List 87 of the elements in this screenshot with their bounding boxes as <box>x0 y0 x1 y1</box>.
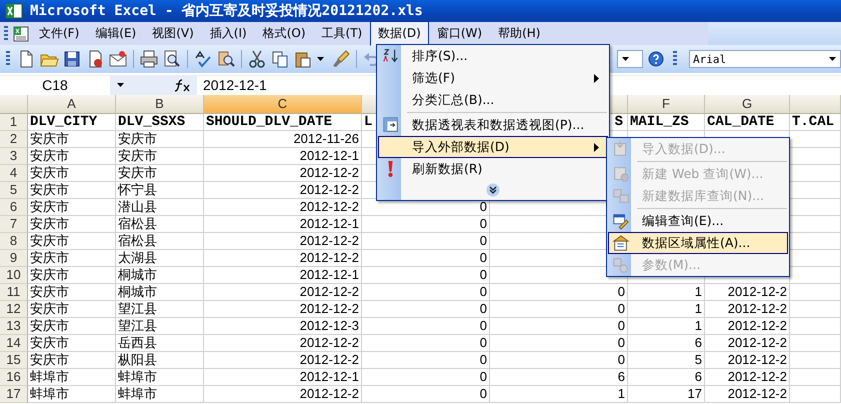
table-cell: 1 <box>628 284 705 301</box>
table-cell: 1 <box>490 386 628 403</box>
table-cell: 2012-12-2 <box>204 335 362 352</box>
table-cell: 2012-12-2 <box>204 301 362 318</box>
table-cell: 2012-12-1 <box>204 216 362 233</box>
table-cell: 安庆市 <box>28 165 116 182</box>
table-cell: 2012-12-1 <box>204 148 362 165</box>
table-cell: 安庆市 <box>116 165 204 182</box>
table-cell: 怀宁县 <box>116 182 204 199</box>
table-cell: SHOULD_DLV_DATE <box>204 114 362 131</box>
table-cell: 2012-12-2 <box>705 284 790 301</box>
table-cell: 潜山县 <box>116 199 204 216</box>
table-cell: 安庆市 <box>28 216 116 233</box>
table-cell: 0 <box>490 318 628 335</box>
table-cell: 2012-12-2 <box>204 233 362 250</box>
table-cell: 0 <box>362 267 490 284</box>
table-cell: 蚌埠市 <box>116 369 204 386</box>
window-title: Microsoft Excel - 省内互寄及时妥投情况20121202.xls <box>30 2 423 20</box>
table-cell: 0 <box>362 386 490 403</box>
table-cell: 2012-12-2 <box>204 284 362 301</box>
table-cell: 0 <box>362 369 490 386</box>
table-cell: 2012-12-2 <box>705 369 790 386</box>
table-cell: 桐城市 <box>116 267 204 284</box>
table-cell: 蚌埠市 <box>28 386 116 403</box>
table-cell: 望江县 <box>116 318 204 335</box>
table-cell: 枞阳县 <box>116 352 204 369</box>
table-cell: 安庆市 <box>28 335 116 352</box>
table-cell: 宿松县 <box>116 216 204 233</box>
table-cell: DLV_SSXS <box>116 114 204 131</box>
table-cell: 安庆市 <box>116 148 204 165</box>
table-cell: 0 <box>362 216 490 233</box>
table-cell: CAL_DATE <box>705 114 790 131</box>
table-cell: T.CAL <box>790 114 841 131</box>
table-cell: 2012-12-1 <box>204 267 362 284</box>
table-cell: 望江县 <box>116 301 204 318</box>
table-cell: 2012-12-2 <box>204 199 362 216</box>
table-cell: 0 <box>362 352 490 369</box>
table-cell: 0 <box>490 284 628 301</box>
table-cell: 1 <box>628 301 705 318</box>
table-cell: 2012-12-2 <box>705 301 790 318</box>
table-cell: 蚌埠市 <box>116 386 204 403</box>
table-cell: 5 <box>628 352 705 369</box>
table-cell: 2012-12-2 <box>705 318 790 335</box>
table-cell: 2012-12-2 <box>705 386 790 403</box>
table-cell: 6 <box>490 369 628 386</box>
table-cell: 1 <box>628 318 705 335</box>
table-cell: 17 <box>628 386 705 403</box>
table-cell: 2012-12-3 <box>204 318 362 335</box>
table-cell: 安庆市 <box>116 131 204 148</box>
table-cell: 2012-12-2 <box>204 352 362 369</box>
table-cell: 2012-12-2 <box>204 182 362 199</box>
table-cell: 2012-12-2 <box>705 335 790 352</box>
table-cell: 安庆市 <box>28 131 116 148</box>
table-cell: 桐城市 <box>116 284 204 301</box>
table-cell: 0 <box>490 335 628 352</box>
table-cell: 安庆市 <box>28 284 116 301</box>
table-cell: 安庆市 <box>28 267 116 284</box>
table-cell: 安庆市 <box>28 233 116 250</box>
table-cell: 2012-11-26 <box>204 131 362 148</box>
table-cell: 0 <box>362 233 490 250</box>
table-cell: 6 <box>628 369 705 386</box>
table-cell: 6 <box>628 335 705 352</box>
table-cell: MAIL_ZS <box>628 114 705 131</box>
table-cell: 0 <box>490 352 628 369</box>
table-cell: 0 <box>362 284 490 301</box>
table-cell: 0 <box>490 301 628 318</box>
table-cell: 2012-12-2 <box>705 352 790 369</box>
table-cell: 安庆市 <box>28 301 116 318</box>
table-cell: 宿松县 <box>116 233 204 250</box>
table-cell: 安庆市 <box>28 318 116 335</box>
table-cell: 2012-12-2 <box>204 386 362 403</box>
table-cell: DLV_CITY <box>28 114 116 131</box>
table-cell: 岳西县 <box>116 335 204 352</box>
table-cell: 安庆市 <box>28 148 116 165</box>
table-cell: 2012-12-2 <box>204 165 362 182</box>
table-cell: 2012-12-2 <box>204 250 362 267</box>
table-cell: 0 <box>362 335 490 352</box>
table-cell: 安庆市 <box>28 182 116 199</box>
table-cell: 安庆市 <box>28 352 116 369</box>
table-cell: 2012-12-1 <box>204 369 362 386</box>
table-cell: 安庆市 <box>28 250 116 267</box>
table-cell: 0 <box>362 318 490 335</box>
table-cell: 0 <box>362 301 490 318</box>
table-cell: 太湖县 <box>116 250 204 267</box>
table-cell: 0 <box>362 250 490 267</box>
table-cell: 安庆市 <box>28 199 116 216</box>
table-cell: 蚌埠市 <box>28 369 116 386</box>
